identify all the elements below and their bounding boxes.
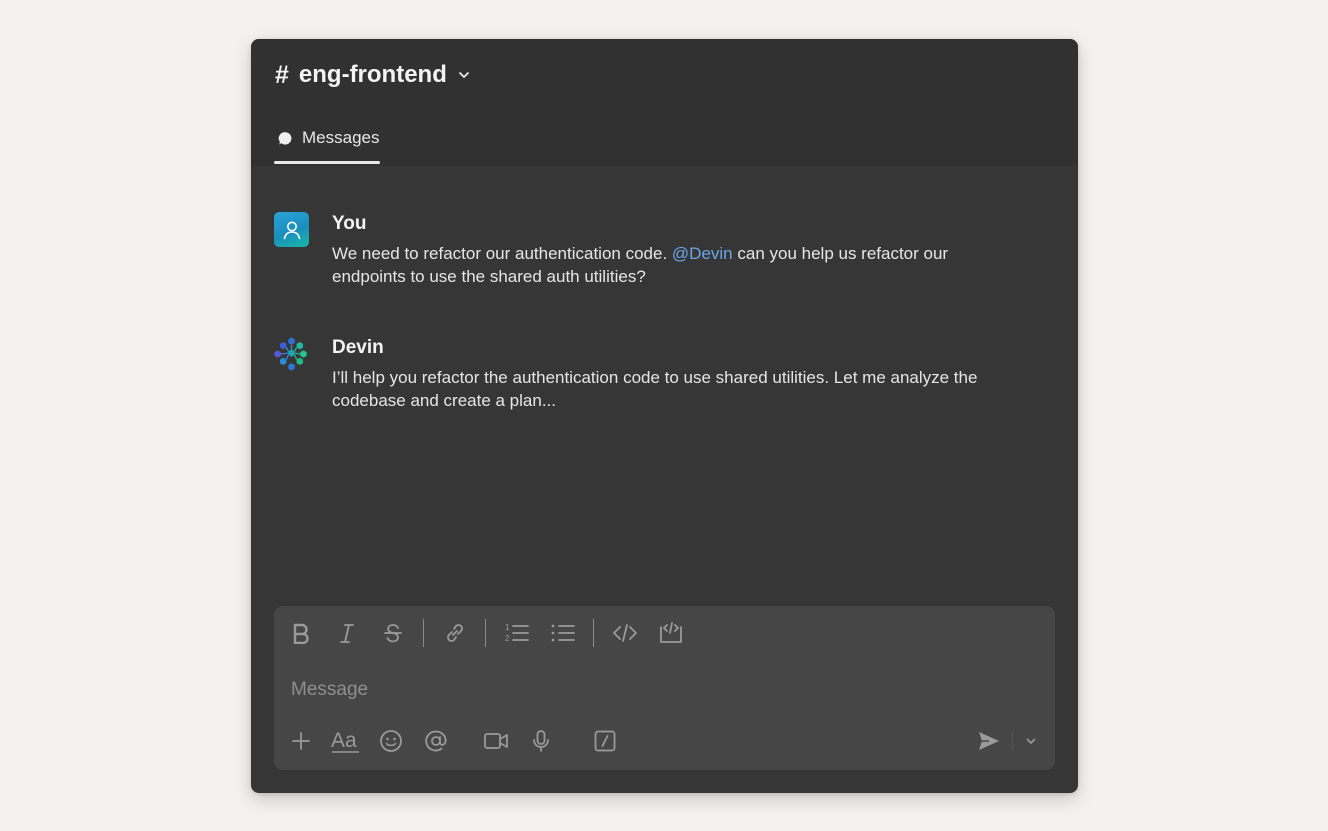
microphone-icon: [533, 730, 549, 752]
send-controls: [974, 726, 1041, 756]
send-button[interactable]: [974, 726, 1004, 756]
video-camera-icon: [484, 733, 508, 749]
audio-button[interactable]: [526, 726, 556, 756]
toolbar-divider: [593, 619, 594, 647]
strikethrough-button[interactable]: [378, 618, 408, 648]
channel-name: eng-frontend: [298, 61, 447, 88]
mention-link[interactable]: @Devin: [672, 244, 733, 263]
toolbar-divider: [485, 619, 486, 647]
svg-text:Aa: Aa: [331, 729, 357, 752]
hash-icon: #: [275, 60, 289, 89]
link-icon: [447, 624, 463, 642]
ordered-list-button[interactable]: 12: [502, 618, 532, 648]
message-text: I’ll help you refactor the authenticatio…: [332, 368, 978, 410]
bullet-list-button[interactable]: [548, 618, 578, 648]
shortcuts-button[interactable]: [590, 726, 620, 756]
bold-button[interactable]: [286, 618, 316, 648]
at-sign-icon: [425, 730, 447, 752]
message-bubble-icon: [278, 131, 293, 146]
formatting-toolbar: 12: [286, 618, 702, 648]
message-composer: 12 Aa: [274, 606, 1055, 770]
devin-logo-icon: [274, 336, 307, 371]
code-block-button[interactable]: [656, 618, 686, 648]
italic-icon: [340, 624, 354, 643]
message-text: We need to refactor our authentication c…: [332, 242, 1012, 288]
sender-name[interactable]: Devin: [332, 336, 1012, 360]
svg-text:2: 2: [505, 634, 510, 643]
message-input[interactable]: [291, 676, 1031, 704]
send-options-button[interactable]: [1021, 726, 1041, 756]
avatar[interactable]: [274, 212, 309, 247]
link-button[interactable]: [440, 618, 470, 648]
italic-button[interactable]: [332, 618, 362, 648]
ordered-list-icon: 12: [505, 623, 529, 643]
svg-text:1: 1: [505, 623, 510, 632]
channel-title[interactable]: # eng-frontend: [275, 59, 471, 91]
sender-name[interactable]: You: [332, 212, 1012, 236]
code-icon: [613, 624, 637, 642]
bold-icon: [293, 623, 309, 644]
mention-button[interactable]: [421, 726, 451, 756]
text-format-icon: Aa: [331, 729, 359, 753]
channel-header: # eng-frontend Messages: [251, 39, 1078, 166]
code-button[interactable]: [610, 618, 640, 648]
video-button[interactable]: [481, 726, 511, 756]
emoji-icon: [380, 730, 402, 752]
code-block-icon: [660, 622, 682, 643]
active-tab-indicator: [274, 161, 380, 164]
strikethrough-icon: [384, 624, 402, 643]
slash-command-icon: [594, 730, 616, 752]
chat-window: # eng-frontend Messages You We need to r…: [251, 39, 1078, 793]
message-item: Devin I’ll help you refactor the authent…: [274, 336, 1012, 412]
formatting-toggle-button[interactable]: Aa: [331, 726, 361, 756]
message-item: You We need to refactor our authenticati…: [274, 212, 1012, 288]
send-icon: [979, 732, 999, 750]
send-divider: [1012, 731, 1013, 751]
bullet-list-icon: [551, 624, 575, 642]
message-text-part: We need to refactor our authentication c…: [332, 244, 672, 263]
user-icon: [283, 221, 300, 239]
tab-label: Messages: [302, 128, 380, 147]
emoji-button[interactable]: [376, 726, 406, 756]
attach-button[interactable]: [286, 726, 316, 756]
plus-icon: [292, 732, 310, 750]
chevron-down-icon: [1026, 738, 1036, 744]
toolbar-divider: [423, 619, 424, 647]
composer-actions: Aa: [286, 726, 635, 756]
chevron-down-icon[interactable]: [457, 68, 471, 82]
avatar[interactable]: [274, 336, 309, 371]
tab-messages[interactable]: Messages: [274, 125, 380, 165]
